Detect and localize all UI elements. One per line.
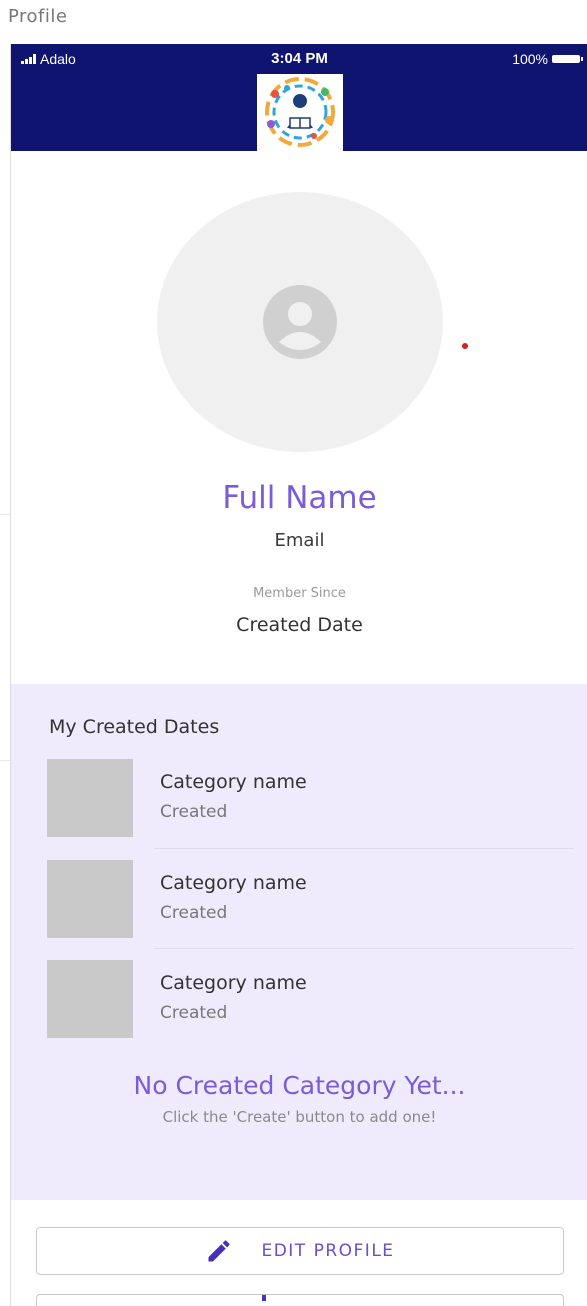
screen-label: Profile	[8, 6, 68, 27]
item-title: Category name	[160, 972, 307, 994]
battery-percent: 100%	[512, 51, 548, 67]
item-thumbnail	[47, 860, 133, 938]
edit-profile-label: EDIT PROFILE	[261, 1241, 395, 1261]
phone-screen: Adalo 3:04 PM 100% Full Name Email Membe…	[10, 44, 587, 1306]
user-icon	[263, 285, 337, 359]
canvas-connector-line	[0, 760, 10, 761]
divider	[154, 948, 574, 949]
list-item[interactable]: Category name Created	[47, 759, 587, 839]
member-since-label: Member Since	[253, 586, 346, 601]
email: Email	[274, 530, 325, 551]
empty-state-subtitle: Click the 'Create' button to add one!	[162, 1108, 437, 1126]
item-thumbnail	[47, 960, 133, 1038]
profile-avatar[interactable]	[157, 192, 443, 452]
item-subtitle: Created	[160, 1003, 228, 1023]
full-name: Full Name	[222, 480, 377, 516]
item-subtitle: Created	[160, 903, 228, 923]
edit-profile-button[interactable]: EDIT PROFILE	[36, 1227, 564, 1275]
list-item[interactable]: Category name Created	[47, 860, 587, 940]
empty-state-title: No Created Category Yet...	[133, 1071, 466, 1100]
item-title: Category name	[160, 872, 307, 894]
app-logo[interactable]	[257, 74, 343, 151]
battery-icon	[552, 55, 583, 63]
created-section: My Created Dates Category name Created C…	[11, 684, 587, 1200]
created-date: Created Date	[236, 614, 363, 636]
status-right: 100%	[512, 51, 583, 67]
list-item[interactable]: Category name Created	[47, 960, 587, 1040]
logo-icon	[265, 77, 335, 147]
item-title: Category name	[160, 771, 307, 793]
canvas-connector-line	[0, 514, 10, 515]
status-time: 3:04 PM	[271, 50, 328, 67]
divider	[154, 848, 574, 849]
pencil-icon	[208, 1240, 230, 1262]
item-thumbnail	[47, 759, 133, 837]
section-title: My Created Dates	[49, 716, 220, 738]
item-subtitle: Created	[160, 802, 228, 822]
button-icon	[262, 1295, 266, 1301]
notification-dot	[462, 343, 468, 349]
secondary-button[interactable]	[36, 1294, 564, 1306]
header-bar: Adalo 3:04 PM 100%	[11, 44, 587, 151]
